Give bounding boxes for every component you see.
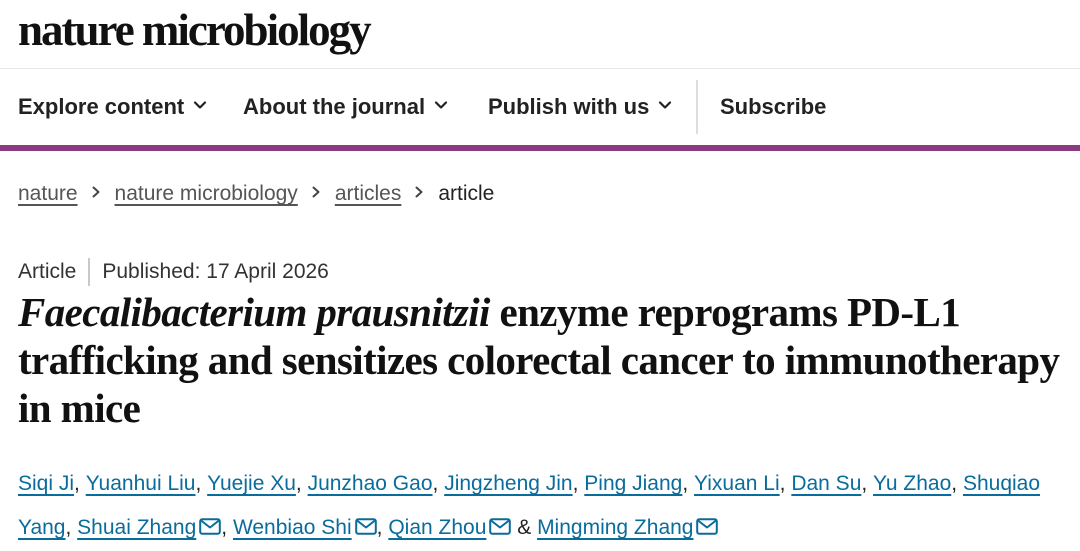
author-item: Jingzheng Jin,	[444, 472, 584, 495]
author-item: Yuanhui Liu,	[86, 472, 207, 495]
nav-item-label: About the journal	[243, 94, 426, 119]
author-separator: ,	[682, 472, 695, 495]
breadcrumb: nature nature microbiology articles article	[18, 178, 494, 210]
author-item: Qian Zhou &	[388, 516, 537, 539]
author-separator: ,	[295, 472, 308, 495]
author-separator: ,	[572, 472, 585, 495]
author-separator: ,	[221, 516, 233, 539]
article-title: Faecalibacterium prausnitzii enzyme repr…	[18, 288, 1068, 432]
article-meta: Article Published: 17 April 2026	[18, 258, 329, 286]
chevron-right-icon	[312, 186, 320, 198]
email-icon[interactable]	[489, 518, 512, 535]
nav-item-label: Publish with us	[488, 94, 650, 119]
author-link[interactable]: Jingzheng Jin	[444, 472, 572, 495]
chevron-down-icon	[659, 101, 672, 109]
article-title-organism: Faecalibacterium prausnitzii	[18, 289, 490, 335]
breadcrumb-link-journal[interactable]: nature microbiology	[115, 182, 298, 205]
author-link[interactable]: Shuai Zhang	[77, 516, 196, 539]
nav-explore-content[interactable]: Explore content	[18, 80, 207, 134]
meta-divider	[88, 258, 91, 286]
author-item: Siqi Ji,	[18, 472, 86, 495]
breadcrumb-current: article	[438, 182, 495, 205]
email-icon[interactable]	[199, 518, 222, 535]
author-separator: ,	[195, 472, 208, 495]
author-item: Shuai Zhang,	[77, 516, 233, 539]
email-icon[interactable]	[354, 518, 377, 535]
author-separator: ,	[74, 472, 86, 495]
author-link[interactable]: Junzhao Gao	[308, 472, 433, 495]
author-item: Junzhao Gao,	[308, 472, 445, 495]
author-link[interactable]: Mingming Zhang	[537, 516, 693, 539]
email-icon[interactable]	[696, 518, 719, 535]
author-link[interactable]: Qian Zhou	[388, 516, 486, 539]
author-link[interactable]: Yixuan Li	[694, 472, 780, 495]
author-link[interactable]: Dan Su	[791, 472, 861, 495]
author-separator: ,	[376, 516, 389, 539]
header-divider	[0, 68, 1080, 69]
author-link[interactable]: Yuanhui Liu	[86, 472, 196, 495]
author-separator: ,	[65, 516, 78, 539]
author-item: Yu Zhao,	[873, 472, 963, 495]
nav-item-label: Explore content	[18, 94, 185, 119]
author-separator: ,	[432, 472, 445, 495]
chevron-right-icon	[92, 186, 100, 198]
author-item: Ping Jiang,	[584, 472, 694, 495]
chevron-down-icon	[194, 101, 207, 109]
breadcrumb-link-nature[interactable]: nature	[18, 182, 78, 205]
subscribe-link[interactable]: Subscribe	[720, 80, 826, 134]
chevron-down-icon	[434, 101, 448, 109]
author-item: Mingming Zhang	[537, 516, 719, 539]
chevron-right-icon	[415, 186, 423, 198]
breadcrumb-link-articles[interactable]: articles	[335, 182, 402, 205]
main-nav: Explore content About the journal Publis…	[0, 80, 1080, 134]
author-separator: &	[511, 516, 538, 539]
accent-bar	[0, 145, 1080, 151]
author-item: Yuejie Xu,	[207, 472, 307, 495]
author-item: Yixuan Li,	[694, 472, 791, 495]
author-link[interactable]: Siqi Ji	[18, 472, 74, 495]
author-separator: ,	[779, 472, 792, 495]
author-link[interactable]: Ping Jiang	[584, 472, 682, 495]
author-item: Dan Su,	[791, 472, 873, 495]
author-item: Wenbiao Shi,	[233, 516, 388, 539]
author-separator: ,	[861, 472, 874, 495]
author-list: Siqi Ji, Yuanhui Liu, Yuejie Xu, Junzhao…	[18, 462, 1068, 550]
nav-about-journal[interactable]: About the journal	[243, 80, 448, 134]
nav-publish-with-us[interactable]: Publish with us	[488, 80, 672, 134]
article-type: Article	[18, 260, 77, 283]
nav-divider	[696, 80, 698, 134]
journal-logo[interactable]: nature microbiology	[18, 2, 372, 58]
publication-date: Published: 17 April 2026	[102, 260, 329, 283]
author-link[interactable]: Yu Zhao	[873, 472, 951, 495]
author-link[interactable]: Yuejie Xu	[207, 472, 296, 495]
author-separator: ,	[951, 472, 963, 495]
author-link[interactable]: Wenbiao Shi	[233, 516, 352, 539]
